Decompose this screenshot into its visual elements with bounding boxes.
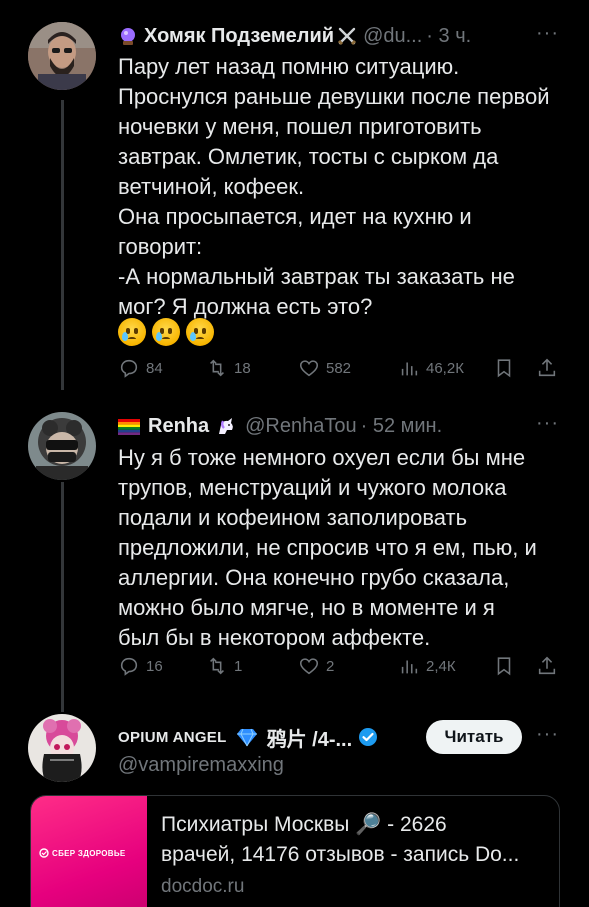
text-line: можно было мягче, но в моменте и я [118, 595, 495, 620]
share-button[interactable] [536, 652, 558, 680]
repost-button[interactable]: 18 [206, 354, 251, 382]
tweet-time[interactable]: · 52 мин. [361, 415, 443, 438]
crossed-swords-icon [337, 26, 357, 46]
crying-face-icon [118, 318, 146, 346]
author-handle[interactable]: @du... [363, 25, 422, 48]
card-brand-text: СБЕР ЗДОРОВЬЕ [52, 848, 126, 858]
view-count: 46,2К [426, 359, 464, 377]
tweet-text: Ну я б тоже немного охуел если бы мне тр… [118, 443, 568, 653]
card-brand-label: СБЕР ЗДОРОВЬЕ [39, 848, 126, 858]
repost-button[interactable]: 1 [206, 652, 242, 680]
text-line: завтрак. Омлетик, тосты с сырком да [118, 144, 499, 169]
text-line: Пару лет назад помню ситуацию. [118, 54, 460, 79]
card-title-line: Психиатры Москвы 🔎 - 2626 [161, 813, 447, 836]
avatar[interactable] [28, 412, 96, 480]
more-options-button[interactable]: ··· [536, 22, 559, 45]
avatar-image [28, 412, 96, 480]
text-line: аллергии. Она конечно грубо сказала, [118, 565, 510, 590]
author-handle[interactable]: @vampiremaxxing [118, 754, 284, 777]
share-button[interactable] [536, 354, 558, 382]
analytics-icon [401, 362, 418, 376]
more-options-button[interactable]: ··· [536, 723, 559, 746]
repost-icon [210, 657, 224, 675]
bookmark-button[interactable] [493, 354, 515, 382]
thread-line [61, 482, 64, 712]
text-line: Ну я б тоже немного охуел если бы мне [118, 445, 526, 470]
views-button[interactable]: 2,4К [398, 652, 456, 680]
tweet-text: Пару лет назад помню ситуацию. Проснулся… [118, 52, 568, 322]
views-button[interactable]: 46,2К [398, 354, 464, 382]
avatar-image [28, 714, 96, 782]
thread-line [61, 100, 64, 390]
text-line: предложили, не спросив что я ем, пью, и [118, 535, 537, 560]
like-count: 2 [326, 657, 335, 675]
author-name[interactable]: Renha [148, 415, 209, 438]
sber-logo-icon [39, 848, 49, 858]
more-options-button[interactable]: ··· [536, 412, 559, 435]
crying-face-icon [186, 318, 214, 346]
repost-icon [210, 359, 224, 377]
avatar[interactable] [28, 22, 96, 90]
bookmark-button[interactable] [493, 652, 515, 680]
author-name[interactable]: Хомяк Подземелий [144, 25, 334, 48]
text-line: ночевки у меня, пошел приготовить [118, 114, 482, 139]
emoji-row [118, 318, 214, 346]
share-icon [538, 358, 556, 377]
link-card[interactable]: СБЕР ЗДОРОВЬЕ Психиатры Москвы 🔎 - 2626 … [30, 795, 560, 907]
crystal-ball-icon [118, 26, 138, 46]
text-line: Она просыпается, идет на кухню и [118, 204, 472, 229]
tweet-header: Renha @RenhaTou · 52 мин. [118, 411, 442, 441]
card-image[interactable]: СБЕР ЗДОРОВЬЕ [31, 796, 147, 907]
card-title-line: врачей, 14176 отзывов - запись Do... [161, 843, 520, 866]
avatar[interactable] [28, 714, 96, 782]
author-name-suffix[interactable]: 鸦片 /4-... [267, 723, 353, 752]
analytics-icon [401, 660, 418, 674]
text-line: подали и кофеином заполировать [118, 505, 468, 530]
follow-button[interactable]: Читать [426, 720, 522, 754]
view-count: 2,4К [426, 657, 456, 675]
share-icon [538, 656, 556, 675]
heart-icon [299, 360, 319, 377]
like-button[interactable]: 2 [298, 652, 334, 680]
author-name[interactable]: OPIUM ANGEL [118, 729, 227, 746]
bookmark-icon [497, 359, 511, 378]
tweet-actions: 16 1 2 2,4К [118, 652, 558, 680]
unicorn-icon [215, 416, 237, 436]
like-count: 582 [326, 359, 352, 377]
heart-icon [299, 658, 319, 675]
repost-count: 1 [234, 657, 243, 675]
tweet-header: Хомяк Подземелий @du... · 3 ч. [118, 21, 471, 51]
author-handle[interactable]: @RenhaTou [245, 415, 356, 438]
reply-icon [120, 657, 138, 676]
card-text: Психиатры Москвы 🔎 - 2626 врачей, 14176 … [161, 810, 519, 902]
reply-button[interactable]: 84 [118, 354, 163, 382]
like-button[interactable]: 582 [298, 354, 351, 382]
tweet-header: OPIUM ANGEL 鸦片 /4-... [118, 722, 378, 752]
card-domain[interactable]: docdoc.ru [161, 872, 519, 902]
rainbow-flag-icon [118, 418, 140, 435]
reply-icon [120, 359, 138, 378]
crying-face-icon [152, 318, 180, 346]
text-line: трупов, менструаций и чужого молока [118, 475, 507, 500]
tweet-actions: 84 18 582 46,2К [118, 354, 558, 382]
text-line: -А нормальный завтрак ты заказать не [118, 264, 515, 289]
bookmark-icon [497, 657, 511, 676]
avatar-image [28, 22, 96, 90]
text-line: был бы в некотором аффекте. [118, 625, 431, 650]
repost-count: 18 [234, 359, 251, 377]
reply-count: 84 [146, 359, 163, 377]
text-line: говорит: [118, 234, 203, 259]
gem-icon [235, 727, 259, 747]
reply-button[interactable]: 16 [118, 652, 163, 680]
text-line: Проснулся раньше девушки после первой [118, 84, 550, 109]
text-line: ветчиной, кофеек. [118, 174, 305, 199]
reply-count: 16 [146, 657, 163, 675]
verified-badge-icon [358, 727, 378, 747]
tweet-time[interactable]: · 3 ч. [426, 25, 471, 48]
